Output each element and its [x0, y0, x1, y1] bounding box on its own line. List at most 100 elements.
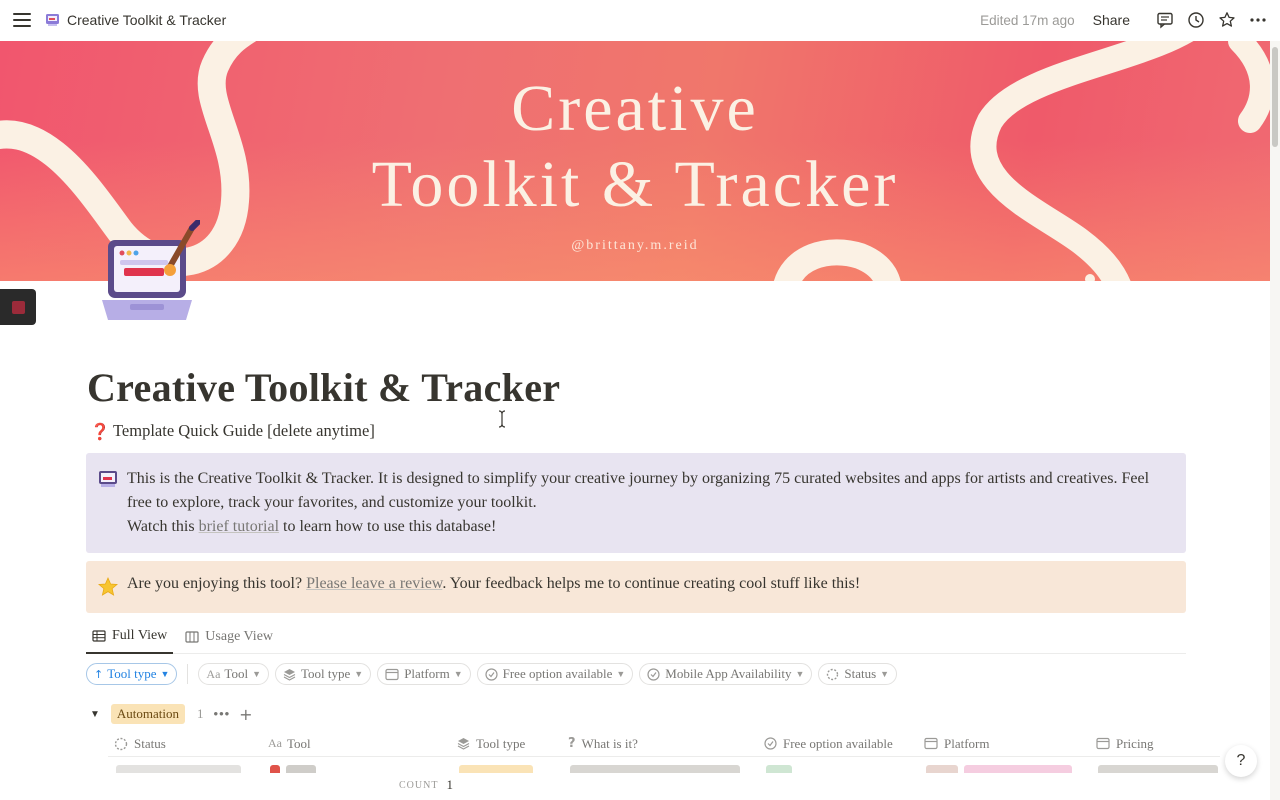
filter-chip-free-option[interactable]: Free option available ▼ [476, 663, 634, 685]
browser-icon [1096, 737, 1110, 750]
laptop-emoji-icon[interactable] [100, 220, 200, 325]
tab-usage-view-label: Usage View [205, 629, 274, 644]
table-row[interactable] [108, 765, 1220, 773]
text-property-icon: Aa [268, 736, 282, 750]
circle-check-icon [647, 667, 660, 681]
page-title[interactable]: Creative Toolkit & Tracker [87, 364, 560, 411]
comment-icon[interactable] [1155, 10, 1175, 30]
review-link[interactable]: Please leave a review [306, 575, 442, 592]
group-header: ▼ Automation 1 ••• + [90, 704, 253, 724]
more-icon[interactable] [1248, 10, 1268, 30]
chevron-down-icon: ▼ [453, 669, 463, 679]
column-header-what-is-it[interactable]: ? What is it? [562, 731, 758, 757]
status-pill [116, 765, 241, 773]
chevron-down-icon: ▼ [880, 669, 890, 679]
filter-chip-tool[interactable]: Aa Tool ▼ [198, 663, 269, 685]
share-button[interactable]: Share [1093, 12, 1130, 28]
tutorial-link[interactable]: brief tutorial [199, 518, 279, 535]
chevron-down-icon: ▼ [795, 669, 805, 679]
circle-check-icon [764, 737, 777, 750]
review-before: Are you enjoying this tool? [127, 575, 307, 592]
scrollbar[interactable] [1270, 41, 1280, 800]
sort-arrow-icon: ↑ [94, 667, 104, 681]
table-cell [918, 765, 1090, 773]
scroll-thumb[interactable] [1272, 47, 1278, 147]
table-cell [562, 765, 758, 773]
column-label: Tool type [476, 735, 526, 751]
divider [187, 664, 189, 684]
filter-chip-platform[interactable]: Platform ▼ [377, 663, 471, 685]
filter-chip-mobile-app[interactable]: Mobile App Availability ▼ [639, 663, 813, 685]
chevron-down-icon: ▼ [616, 669, 626, 679]
layers-icon [283, 668, 296, 681]
table-cell [1090, 765, 1220, 773]
info-callout: This is the Creative Toolkit & Tracker. … [86, 453, 1186, 553]
history-icon[interactable] [1186, 10, 1206, 30]
table-header: Status Aa Tool Tool type ? What is it? F… [108, 731, 1220, 757]
table-cell [758, 765, 918, 773]
sort-chip-label: Tool type [107, 666, 157, 681]
column-label: Free option available [783, 735, 893, 751]
filter-chip-label: Free option available [502, 666, 613, 681]
menu-icon[interactable] [12, 10, 32, 30]
tab-full-view[interactable]: Full View [86, 620, 174, 654]
column-header-pricing[interactable]: Pricing [1090, 731, 1220, 757]
info-callout-before: Watch this [127, 518, 199, 535]
description [570, 765, 740, 773]
column-label: Tool [287, 735, 311, 751]
table-icon [92, 630, 106, 642]
text-property-icon: Aa [206, 666, 221, 681]
chevron-down-icon: ▼ [252, 669, 261, 679]
page-icon [46, 14, 59, 26]
breadcrumb-title[interactable]: Creative Toolkit & Tracker [67, 12, 226, 28]
guide-link-label: Template Quick Guide [delete anytime] [113, 421, 375, 440]
filter-chip-tool-type[interactable]: Tool type ▼ [275, 663, 372, 685]
browser-icon [924, 737, 938, 750]
chevron-down-icon: ▼ [354, 669, 364, 679]
filter-bar: ↑ Tool type ▼ Aa Tool ▼ Tool type ▼ Plat… [86, 663, 903, 685]
review-after: . Your feedback helps me to continue cre… [442, 575, 861, 592]
chevron-down-icon: ▼ [160, 669, 170, 679]
filter-chip-label: Status [844, 666, 877, 681]
cover-title-line1: Creative [511, 72, 759, 145]
count-footer[interactable]: COUNT 1 [395, 777, 457, 793]
count-label: COUNT [399, 779, 439, 791]
tool-type-tag [459, 765, 533, 773]
filter-chip-label: Platform [404, 666, 450, 681]
column-header-free-option[interactable]: Free option available [758, 731, 918, 757]
table-cell [451, 765, 562, 773]
sort-chip[interactable]: ↑ Tool type ▼ [86, 663, 178, 685]
column-header-tool[interactable]: Aa Tool [262, 731, 451, 757]
column-label: What is it? [581, 735, 638, 751]
table-cell [108, 765, 262, 773]
guide-link[interactable]: ❓ Template Quick Guide [delete anytime] [90, 421, 375, 441]
tab-usage-view[interactable]: Usage View [179, 620, 279, 654]
info-callout-after: to learn how to use this database! [279, 518, 497, 535]
help-button[interactable]: ? [1225, 745, 1257, 777]
row-icon [270, 765, 280, 773]
color-swatch-button[interactable] [0, 289, 36, 325]
filter-chip-label: Mobile App Availability [665, 666, 792, 681]
collapse-toggle-icon[interactable]: ▼ [90, 709, 100, 720]
column-label: Status [134, 735, 166, 751]
review-callout-text: Are you enjoying this tool? Please leave… [127, 575, 860, 613]
edited-timestamp: Edited 17m ago [980, 12, 1075, 28]
group-count: 1 [197, 706, 204, 721]
column-header-status[interactable]: Status [108, 731, 262, 757]
cover-title-line2: Toolkit & Tracker [371, 148, 899, 221]
table-cell [262, 765, 451, 773]
more-icon[interactable]: ••• [214, 706, 231, 722]
question-mark-icon: ❓ [90, 421, 110, 441]
info-callout-line2: Watch this brief tutorial to learn how t… [127, 515, 1167, 539]
star-icon[interactable] [1217, 10, 1237, 30]
board-icon [185, 631, 199, 643]
column-header-tool-type[interactable]: Tool type [451, 731, 562, 757]
filter-chip-status[interactable]: Status ▼ [818, 663, 898, 685]
pricing-link [1098, 765, 1218, 773]
free-option-tag [766, 765, 792, 773]
layers-icon [457, 738, 470, 750]
tool-name [286, 765, 316, 773]
column-header-platform[interactable]: Platform [918, 731, 1090, 757]
count-value: 1 [446, 777, 453, 792]
add-icon[interactable]: + [239, 705, 252, 724]
